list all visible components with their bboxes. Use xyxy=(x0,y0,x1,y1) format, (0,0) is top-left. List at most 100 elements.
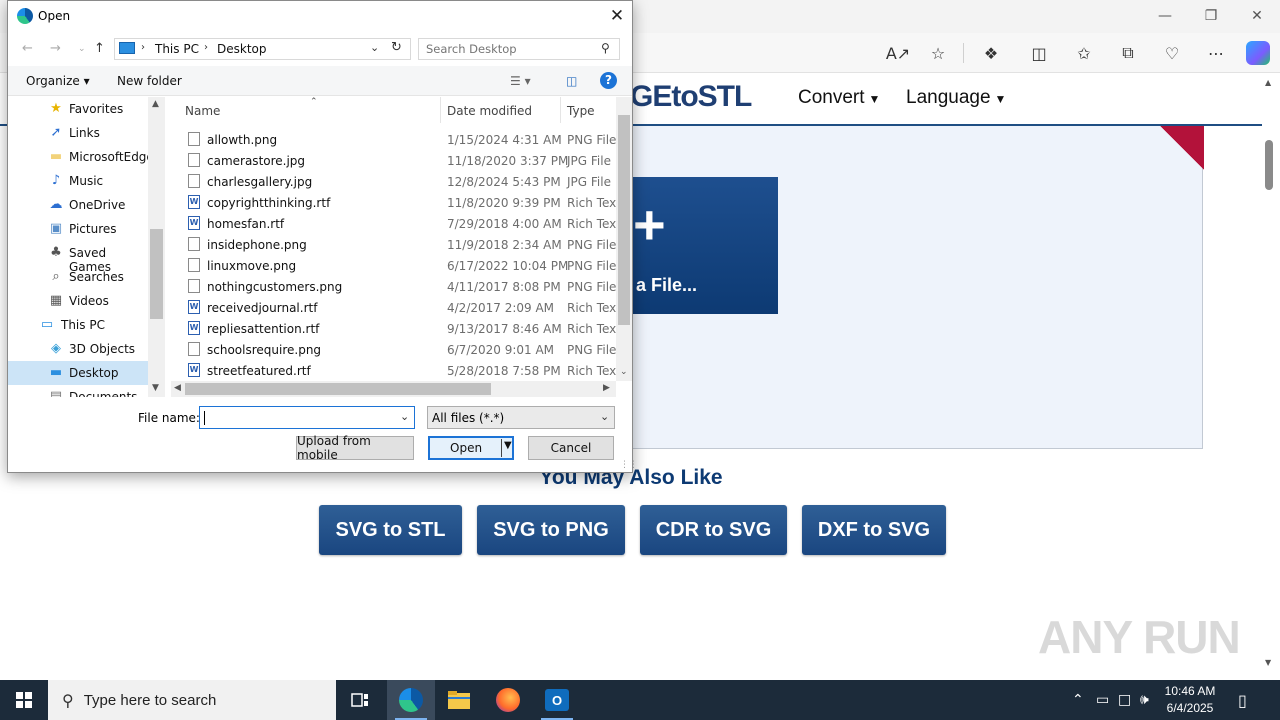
tray-chevron-icon[interactable]: ⌃ xyxy=(1072,680,1084,720)
file-list-hscrollbar[interactable]: ◀ ▶ xyxy=(171,381,616,397)
nav-item-videos[interactable]: ▦ Videos xyxy=(8,289,148,313)
related-svg-to-stl[interactable]: SVG to STL xyxy=(319,505,462,555)
cancel-button[interactable]: Cancel xyxy=(528,436,614,460)
taskbar-edge[interactable] xyxy=(387,680,435,720)
help-icon[interactable]: ? xyxy=(600,72,617,89)
nav-convert[interactable]: Convert ▼ xyxy=(798,87,880,109)
file-row[interactable]: repliesattention.rtf 9/13/2017 8:46 AM Ric… xyxy=(165,318,621,339)
column-divider[interactable] xyxy=(440,97,441,123)
file-vscroll-thumb[interactable] xyxy=(618,115,630,325)
file-row[interactable]: nothingcustomers.png 4/11/2017 8:08 PM PNG… xyxy=(165,276,617,297)
scroll-down-icon[interactable]: ▼ xyxy=(152,383,159,393)
back-arrow-icon[interactable]: ← xyxy=(22,41,33,56)
start-button[interactable] xyxy=(0,680,48,720)
related-dxf-to-svg[interactable]: DXF to SVG xyxy=(802,505,946,555)
nav-item-pictures[interactable]: ▣ Pictures xyxy=(8,217,148,241)
file-row[interactable]: schoolsrequire.png 6/7/2020 9:01 AM PNG Fi… xyxy=(165,339,617,360)
preview-pane-icon[interactable]: ◫ xyxy=(566,74,577,88)
scroll-down-icon[interactable]: ▼ xyxy=(1265,658,1271,667)
nav-item-searches[interactable]: ⌕ Searches xyxy=(8,265,148,289)
breadcrumb-desktop[interactable]: Desktop xyxy=(217,42,267,56)
file-row[interactable]: homesfan.rtf 7/29/2018 4:00 AM Rich Text xyxy=(165,213,621,234)
file-row[interactable]: allowth.png 1/15/2024 4:31 AM PNG File xyxy=(165,129,617,150)
scroll-down-icon[interactable]: ⌄ xyxy=(620,367,628,377)
view-options-icon[interactable]: ☰ ▾ xyxy=(510,74,531,88)
chevron-down-icon[interactable]: ⌄ xyxy=(400,410,409,423)
copilot-icon[interactable] xyxy=(1246,41,1270,65)
site-logo[interactable]: GEtoSTL xyxy=(630,80,752,114)
task-view-button[interactable] xyxy=(336,680,384,720)
collections-icon[interactable]: ⧉ xyxy=(1115,41,1141,65)
forward-arrow-icon[interactable]: → xyxy=(50,41,61,56)
split-screen-icon[interactable]: ◫ xyxy=(1026,41,1052,65)
nav-item-links[interactable]: ➚ Links xyxy=(8,121,148,145)
scroll-up-icon[interactable]: ▲ xyxy=(1265,78,1271,87)
address-dropdown-icon[interactable]: ⌄ xyxy=(370,41,379,54)
extensions-icon[interactable]: ❖ xyxy=(978,41,1004,65)
nav-language[interactable]: Language ▼ xyxy=(906,87,1006,109)
nav-item-music[interactable]: ♪ Music xyxy=(8,169,148,193)
file-list-vscrollbar[interactable]: ⌄ xyxy=(616,97,632,381)
close-window-button[interactable]: ✕ xyxy=(1234,4,1280,28)
column-date-modified[interactable]: Date modified xyxy=(447,97,532,123)
nav-item-desktop[interactable]: ▬ Desktop xyxy=(8,361,148,385)
file-name-input[interactable] xyxy=(203,410,393,424)
file-row[interactable]: linuxmove.png 6/17/2022 10:04 PM PNG File xyxy=(165,255,617,276)
nav-item-favorites[interactable]: ★ Favorites xyxy=(8,97,148,121)
refresh-icon[interactable]: ↻ xyxy=(391,40,402,55)
taskbar-clock[interactable]: 10:46 AM 6/4/2025 xyxy=(1160,683,1220,717)
organize-button[interactable]: Organize ▾ xyxy=(26,74,90,88)
resize-grip-icon[interactable]: ⋮⋮ xyxy=(620,460,638,470)
nav-item-saved-games[interactable]: ♣ Saved Games xyxy=(8,241,148,274)
column-type[interactable]: Type xyxy=(567,97,595,123)
favorite-star-icon[interactable]: ☆ xyxy=(925,41,951,65)
taskbar-file-explorer[interactable] xyxy=(435,680,483,720)
file-row[interactable]: copyrightthinking.rtf 11/8/2020 9:39 PM Ri… xyxy=(165,192,621,213)
file-type-filter[interactable]: All files (*.*) ⌄ xyxy=(427,406,615,429)
scroll-up-icon[interactable]: ▲ xyxy=(152,99,159,109)
dialog-title-bar[interactable]: Open ✕ xyxy=(8,1,632,32)
upload-from-mobile-button[interactable]: Upload from mobile xyxy=(296,434,414,462)
related-svg-to-png[interactable]: SVG to PNG xyxy=(477,505,625,555)
file-row[interactable]: streetfeatured.rtf 5/28/2018 7:58 PM Rich … xyxy=(165,360,621,381)
up-arrow-icon[interactable]: ↑ xyxy=(94,41,105,56)
more-menu-icon[interactable]: ⋯ xyxy=(1203,41,1229,65)
open-dropdown-icon[interactable]: ▼ xyxy=(504,440,512,451)
nav-item-this-pc[interactable]: ▭ This PC xyxy=(8,313,148,337)
page-scroll-thumb[interactable] xyxy=(1265,140,1273,190)
nav-pane-scrollbar[interactable]: ▲ ▼ xyxy=(148,97,165,397)
restore-button[interactable]: ❐ xyxy=(1188,4,1234,28)
browser-essentials-icon[interactable]: ♡ xyxy=(1159,41,1185,65)
usb-icon[interactable]: ▭ xyxy=(1096,680,1109,720)
file-row[interactable]: camerastore.jpg 11/18/2020 3:37 PM JPG Fil… xyxy=(165,150,617,171)
dialog-search[interactable]: ⚲ xyxy=(418,38,620,60)
taskbar-outlook[interactable]: O xyxy=(533,680,581,720)
breadcrumb-this-pc[interactable]: This PC xyxy=(155,42,199,56)
nav-item-onedrive[interactable]: ☁ OneDrive xyxy=(8,193,148,217)
new-folder-button[interactable]: New folder xyxy=(117,74,182,88)
recent-chevron-icon[interactable]: ⌄ xyxy=(78,44,86,54)
read-aloud-icon[interactable]: A↗ xyxy=(885,41,911,65)
file-hscroll-thumb[interactable] xyxy=(185,383,491,395)
nav-item-3d-objects[interactable]: ◈ 3D Objects xyxy=(8,337,148,361)
taskbar-search[interactable]: ⚲ Type here to search xyxy=(48,680,336,720)
volume-icon[interactable]: 🕪 xyxy=(1140,680,1149,720)
scroll-right-icon[interactable]: ▶ xyxy=(603,383,610,393)
nav-scroll-thumb[interactable] xyxy=(150,229,163,319)
network-icon[interactable]: □ xyxy=(1118,680,1131,720)
minimize-button[interactable]: — xyxy=(1142,4,1188,28)
scroll-left-icon[interactable]: ◀ xyxy=(174,383,181,393)
favorites-icon[interactable]: ✩ xyxy=(1071,41,1097,65)
nav-item-documents[interactable]: ▤ Documents xyxy=(8,385,148,397)
dialog-search-input[interactable] xyxy=(426,42,596,56)
taskbar-firefox[interactable] xyxy=(484,680,532,720)
related-cdr-to-svg[interactable]: CDR to SVG xyxy=(640,505,787,555)
column-name[interactable]: Name xyxy=(185,97,220,123)
notifications-icon[interactable]: ▯ xyxy=(1238,680,1247,720)
column-divider[interactable] xyxy=(560,97,561,123)
file-row[interactable]: receivedjournal.rtf 4/2/2017 2:09 AM Rich … xyxy=(165,297,621,318)
file-row[interactable]: insidephone.png 11/9/2018 2:34 AM PNG File xyxy=(165,234,617,255)
open-button[interactable]: Open ▼ xyxy=(428,436,514,460)
file-name-field[interactable]: ⌄ xyxy=(199,406,415,429)
file-row[interactable]: charlesgallery.jpg 12/8/2024 5:43 PM JPG F… xyxy=(165,171,617,192)
